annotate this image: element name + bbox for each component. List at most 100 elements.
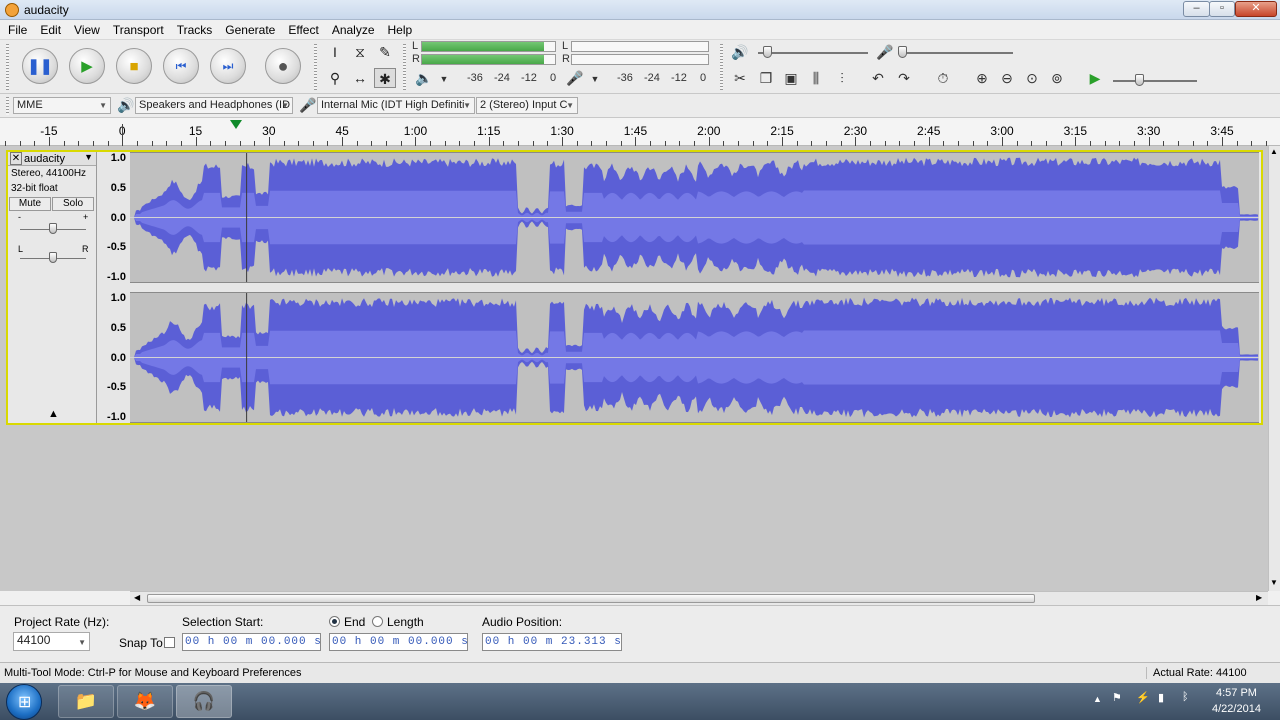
paste-icon[interactable]: ▣ bbox=[780, 68, 802, 88]
output-volume-slider[interactable] bbox=[758, 52, 868, 54]
length-radio[interactable] bbox=[372, 616, 383, 627]
time-shift-tool[interactable]: ↔ bbox=[349, 68, 371, 88]
audio-track[interactable]: ✕ audacity ▼ Stereo, 44100Hz 32-bit floa… bbox=[6, 150, 1263, 425]
scroll-left-icon[interactable]: ◀ bbox=[134, 593, 140, 602]
toolbar-grip[interactable] bbox=[720, 44, 723, 90]
fit-project-icon[interactable]: ⊚ bbox=[1046, 68, 1068, 88]
playhead-marker[interactable] bbox=[230, 120, 243, 129]
horizontal-scrollbar[interactable]: ◀ ▶ bbox=[130, 591, 1268, 605]
zoom-tool[interactable]: ⚲ bbox=[324, 68, 346, 88]
draw-tool[interactable]: ✎ bbox=[374, 42, 396, 62]
input-device-select[interactable]: Internal Mic (IDT High Definiti ▼ bbox=[317, 97, 475, 114]
copy-icon[interactable]: ❐ bbox=[755, 68, 777, 88]
fit-selection-icon[interactable]: ⊙ bbox=[1021, 68, 1043, 88]
vertical-scrollbar[interactable]: ▲ ▼ bbox=[1268, 146, 1280, 591]
close-button[interactable]: ✕ bbox=[1235, 1, 1277, 17]
menu-analyze[interactable]: Analyze bbox=[324, 20, 380, 37]
envelope-tool[interactable]: ⧖ bbox=[349, 42, 371, 62]
clock-time[interactable]: 4:57 PM bbox=[1216, 687, 1257, 699]
track-control-panel: ✕ audacity ▼ Stereo, 44100Hz 32-bit floa… bbox=[8, 152, 97, 423]
zoom-in-icon[interactable]: ⊕ bbox=[971, 68, 993, 88]
scroll-up-icon[interactable]: ▲ bbox=[1270, 147, 1278, 156]
gain-slider-thumb[interactable] bbox=[49, 223, 57, 234]
menu-tracks[interactable]: Tracks bbox=[169, 20, 218, 37]
input-volume-slider[interactable] bbox=[898, 52, 1013, 54]
toolbar-grip[interactable] bbox=[6, 97, 9, 115]
taskbar-audacity[interactable]: 🎧 bbox=[176, 685, 232, 718]
output-volume-thumb[interactable] bbox=[763, 46, 772, 58]
pan-left-label: L bbox=[18, 244, 24, 254]
pause-button[interactable]: ❚❚ bbox=[22, 48, 58, 84]
menu-transport[interactable]: Transport bbox=[105, 20, 169, 37]
maximize-button[interactable]: ▫ bbox=[1209, 1, 1235, 17]
stop-button[interactable]: ■ bbox=[116, 48, 152, 84]
solo-button[interactable]: Solo bbox=[52, 197, 94, 211]
end-radio[interactable] bbox=[329, 616, 340, 627]
vertical-scale-right: 1.0 0.5 0.0 -0.5 -1.0 bbox=[97, 292, 129, 423]
record-meter-menu-arrow-icon[interactable]: ▼ bbox=[584, 69, 606, 89]
right-channel-waveform[interactable] bbox=[130, 292, 1259, 423]
record-button[interactable]: ● bbox=[265, 48, 301, 84]
timeline-ruler[interactable]: -1501530451:001:151:301:452:002:152:302:… bbox=[0, 118, 1280, 146]
audio-host-select[interactable]: MME ▼ bbox=[13, 97, 111, 114]
input-volume-thumb[interactable] bbox=[898, 46, 907, 58]
menu-edit[interactable]: Edit bbox=[32, 20, 66, 37]
selection-start-time[interactable]: 00 h 00 m 00.000 s bbox=[182, 633, 321, 651]
clock-date[interactable]: 4/22/2014 bbox=[1212, 703, 1261, 715]
track-menu-icon[interactable]: ▼ bbox=[84, 152, 93, 162]
action-center-icon[interactable]: ⚑ bbox=[1112, 691, 1122, 704]
start-button[interactable]: ⊞ bbox=[6, 684, 42, 720]
scroll-down-icon[interactable]: ▼ bbox=[1270, 578, 1278, 587]
power-icon[interactable]: ⚡ bbox=[1136, 691, 1150, 704]
toolbar-grip[interactable] bbox=[403, 44, 406, 90]
trim-icon[interactable]: ⫼ bbox=[805, 68, 827, 88]
menu-file[interactable]: File bbox=[0, 20, 32, 37]
play-at-speed-icon[interactable]: ▶ bbox=[1084, 68, 1106, 88]
minimize-button[interactable]: – bbox=[1183, 1, 1210, 17]
taskbar-explorer[interactable]: 📁 bbox=[58, 685, 114, 718]
meter-menu-arrow-icon[interactable]: ▼ bbox=[433, 69, 455, 89]
zoom-out-icon[interactable]: ⊖ bbox=[996, 68, 1018, 88]
menu-generate[interactable]: Generate bbox=[217, 20, 280, 37]
ruler-tick bbox=[562, 137, 564, 146]
silence-icon[interactable]: ⫶ bbox=[831, 68, 853, 88]
play-speed-thumb[interactable] bbox=[1135, 74, 1144, 86]
audio-position-time[interactable]: 00 h 00 m 23.313 s bbox=[482, 633, 622, 651]
play-speed-slider[interactable] bbox=[1113, 80, 1197, 82]
bluetooth-icon[interactable]: ᛒ bbox=[1182, 691, 1189, 703]
horizontal-scroll-thumb[interactable] bbox=[147, 594, 1035, 603]
menu-view[interactable]: View bbox=[66, 20, 105, 37]
skip-end-icon: ⏭ bbox=[222, 58, 234, 73]
play-button[interactable]: ▶ bbox=[69, 48, 105, 84]
show-hidden-icons[interactable]: ▲ bbox=[1093, 694, 1102, 704]
menu-help[interactable]: Help bbox=[380, 20, 418, 37]
sync-lock-icon[interactable]: ⏱ bbox=[932, 68, 954, 88]
input-channels-select[interactable]: 2 (Stereo) Input C ▼ bbox=[476, 97, 578, 114]
ruler-tick bbox=[928, 137, 930, 146]
track-close-button[interactable]: ✕ bbox=[10, 152, 22, 165]
network-icon[interactable]: ▮ bbox=[1158, 691, 1164, 704]
mute-button[interactable]: Mute bbox=[9, 197, 51, 211]
menu-effect[interactable]: Effect bbox=[280, 20, 323, 37]
collapse-track-icon[interactable]: ▲ bbox=[48, 408, 59, 420]
output-device-select[interactable]: Speakers and Headphones (ID ▼ bbox=[135, 97, 293, 114]
scroll-right-icon[interactable]: ▶ bbox=[1256, 593, 1262, 602]
undo-icon[interactable]: ↶ bbox=[867, 68, 889, 88]
skip-to-start-button[interactable]: ⏮ bbox=[163, 48, 199, 84]
project-rate-select[interactable]: 44100 ▼ bbox=[13, 632, 90, 651]
toolbar-grip[interactable] bbox=[6, 44, 9, 90]
taskbar-firefox[interactable]: 🦊 bbox=[117, 685, 173, 718]
pan-slider-thumb[interactable] bbox=[49, 252, 57, 263]
selection-tool[interactable]: I bbox=[324, 42, 346, 62]
snap-to-checkbox[interactable] bbox=[164, 637, 175, 648]
redo-icon[interactable]: ↷ bbox=[893, 68, 915, 88]
selection-end-time[interactable]: 00 h 00 m 00.000 s bbox=[329, 633, 468, 651]
toolbar-grip[interactable] bbox=[314, 44, 317, 90]
amplitude-scale-label: -1.0 bbox=[107, 271, 126, 283]
headphones-icon: 🎧 bbox=[192, 691, 216, 711]
track-name: audacity bbox=[24, 153, 65, 165]
cut-icon[interactable]: ✂ bbox=[729, 68, 751, 88]
left-channel-waveform[interactable] bbox=[130, 152, 1259, 283]
skip-to-end-button[interactable]: ⏭ bbox=[210, 48, 246, 84]
multi-tool[interactable]: ✱ bbox=[374, 68, 396, 88]
